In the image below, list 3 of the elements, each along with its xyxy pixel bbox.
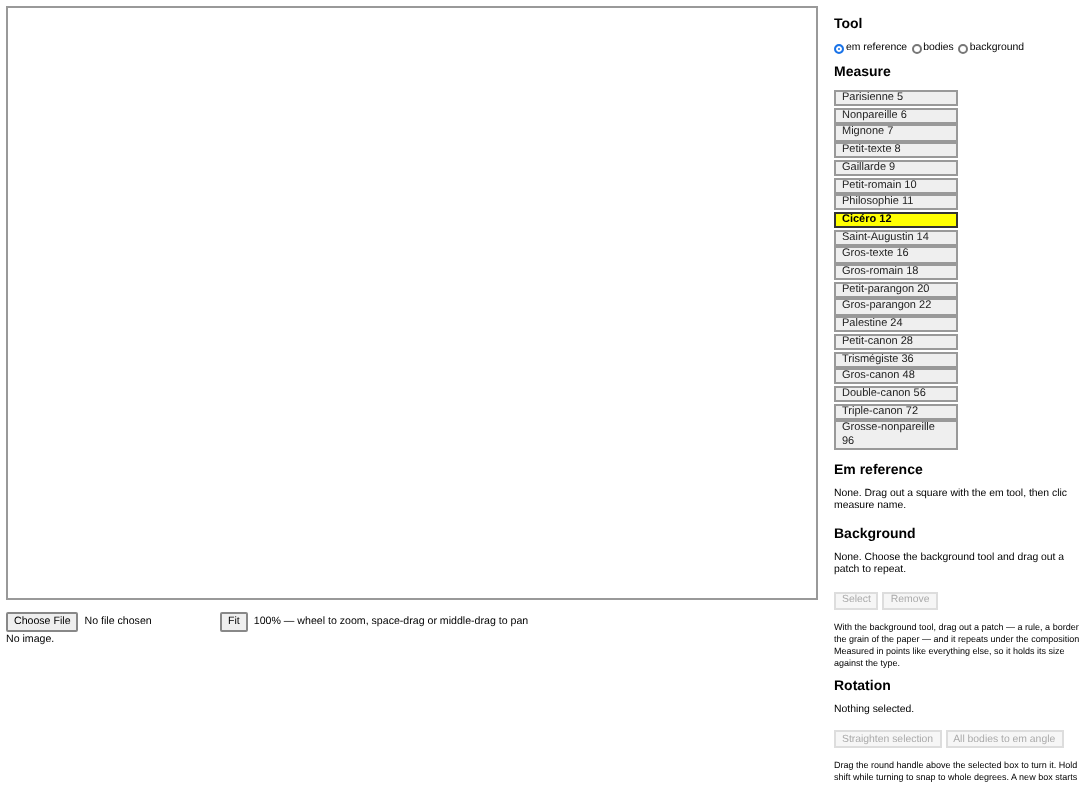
radio-button[interactable] <box>834 43 844 53</box>
radio-button[interactable] <box>957 43 968 53</box>
radio-button[interactable] <box>911 43 922 53</box>
